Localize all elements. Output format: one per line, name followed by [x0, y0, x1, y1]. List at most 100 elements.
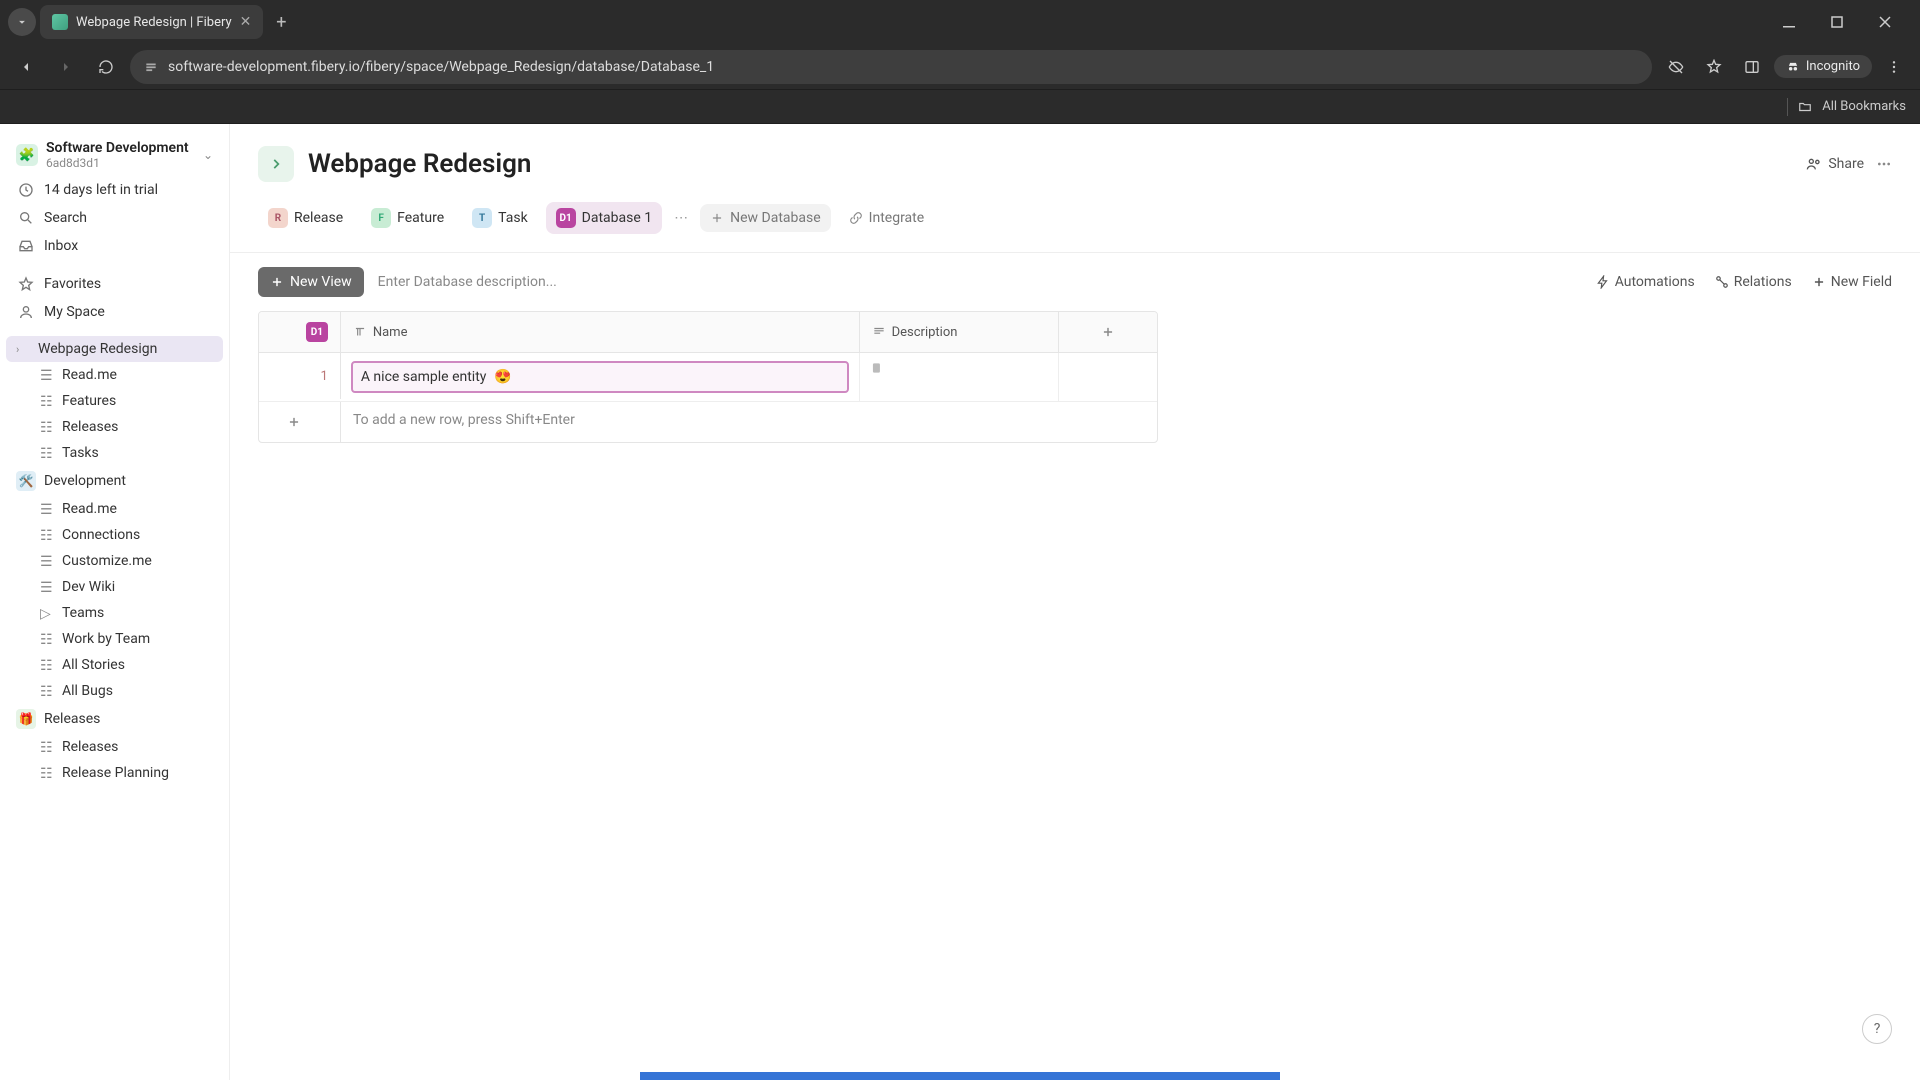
nav-reload-button[interactable] — [90, 51, 122, 83]
workspace-icon: 🧩 — [16, 144, 38, 166]
sidebar: 🧩 Software Development 6ad8d3d1 ⌄ 14 day… — [0, 124, 230, 1080]
add-row-button[interactable] — [259, 402, 341, 442]
grid-icon: ☷ — [40, 394, 54, 408]
paragraph-icon — [872, 325, 886, 339]
space-icon: 🛠️ — [16, 471, 36, 491]
page-header: Webpage Redesign Share — [230, 124, 1920, 192]
browser-menu-button[interactable] — [1878, 51, 1910, 83]
incognito-chip[interactable]: Incognito — [1774, 55, 1872, 78]
sidebar-item-releases[interactable]: ☷Releases — [6, 414, 223, 440]
add-column-button[interactable] — [1059, 312, 1157, 352]
workspace-switcher[interactable]: 🧩 Software Development 6ad8d3d1 ⌄ — [6, 134, 223, 176]
nav-forward-button[interactable] — [50, 51, 82, 83]
nav-back-button[interactable] — [10, 51, 42, 83]
sidebar-item-all-stories[interactable]: ☷All Stories — [6, 652, 223, 678]
sidebar-item-dev-readme[interactable]: ☰Read.me — [6, 496, 223, 522]
tab-more-button[interactable]: ⋯ — [670, 210, 692, 226]
plus-icon — [1812, 275, 1826, 289]
url-text: software-development.fibery.io/fibery/sp… — [168, 59, 714, 75]
tabs-dropdown-button[interactable] — [8, 8, 36, 36]
bookmarks-bar: All Bookmarks — [0, 90, 1920, 124]
sidebar-space-webpage-redesign[interactable]: › Webpage Redesign — [6, 336, 223, 362]
trial-notice[interactable]: 14 days left in trial — [6, 176, 223, 204]
window-close-button[interactable] — [1870, 7, 1900, 37]
table-row[interactable]: 1 A nice sample entity 😍 — [259, 353, 1157, 402]
side-panel-icon[interactable] — [1736, 51, 1768, 83]
row-number: 1 — [259, 353, 341, 399]
sidebar-search[interactable]: Search — [6, 204, 223, 232]
sidebar-item-readme[interactable]: ☰Read.me — [6, 362, 223, 388]
new-row[interactable]: To add a new row, press Shift+Enter — [259, 402, 1157, 442]
sidebar-item-all-bugs[interactable]: ☷All Bugs — [6, 678, 223, 704]
tab-database-1[interactable]: D1Database 1 — [546, 202, 662, 234]
sidebar-item-tasks[interactable]: ☷Tasks — [6, 440, 223, 466]
sidebar-inbox[interactable]: Inbox — [6, 232, 223, 260]
tab-release[interactable]: RRelease — [258, 202, 353, 234]
chevron-right-icon: ▷ — [40, 606, 54, 620]
tab-task[interactable]: TTask — [462, 202, 538, 234]
database-description-input[interactable]: Enter Database description... — [378, 274, 1582, 290]
cell-name[interactable]: A nice sample entity 😍 — [341, 353, 860, 401]
sidebar-item-releases2[interactable]: ☷Releases — [6, 734, 223, 760]
eye-off-icon[interactable] — [1660, 51, 1692, 83]
toolbar-right-icons: Incognito — [1660, 51, 1910, 83]
sidebar-item-connections[interactable]: ☷Connections — [6, 522, 223, 548]
sidebar-space-releases[interactable]: 🎁 Releases — [6, 704, 223, 734]
column-header-name[interactable]: Name — [341, 312, 860, 352]
window-minimize-button[interactable] — [1774, 7, 1804, 37]
new-field-button[interactable]: New Field — [1812, 274, 1892, 290]
sidebar-item-teams[interactable]: ▷Teams — [6, 600, 223, 626]
chevron-down-icon: ⌄ — [203, 148, 213, 162]
grid-icon: ☷ — [40, 658, 54, 672]
new-view-button[interactable]: New View — [258, 267, 364, 297]
database-tabs: RRelease FFeature TTask D1Database 1 ⋯ N… — [230, 192, 1920, 253]
collapse-sidebar-button[interactable] — [258, 146, 294, 182]
bottom-banner — [640, 1072, 1280, 1080]
main-content: Webpage Redesign Share RRelease FFeature… — [230, 124, 1920, 1080]
new-tab-button[interactable]: + — [267, 8, 295, 36]
cell-description[interactable] — [860, 353, 1060, 401]
grid-icon: ☷ — [40, 420, 54, 434]
grid-icon: ☷ — [40, 766, 54, 780]
relations-button[interactable]: Relations — [1715, 274, 1792, 290]
sidebar-space-development[interactable]: 🛠️ Development — [6, 466, 223, 496]
sidebar-item-work-by-team[interactable]: ☷Work by Team — [6, 626, 223, 652]
more-horizontal-icon — [1876, 156, 1892, 172]
bolt-icon — [1596, 275, 1610, 289]
grid-icon: ☷ — [40, 740, 54, 754]
search-icon — [18, 210, 34, 226]
window-maximize-button[interactable] — [1822, 7, 1852, 37]
bookmark-star-icon[interactable] — [1698, 51, 1730, 83]
sidebar-my-space[interactable]: My Space — [6, 298, 223, 326]
sidebar-item-release-planning[interactable]: ☷Release Planning — [6, 760, 223, 786]
column-header-description[interactable]: Description — [860, 312, 1060, 352]
sidebar-item-features[interactable]: ☷Features — [6, 388, 223, 414]
clock-icon — [18, 182, 34, 198]
sidebar-item-dev-wiki[interactable]: ☰Dev Wiki — [6, 574, 223, 600]
all-bookmarks-button[interactable]: All Bookmarks — [1822, 99, 1906, 114]
help-button[interactable]: ? — [1862, 1014, 1892, 1044]
tab-close-button[interactable]: ✕ — [240, 14, 252, 30]
integrate-button[interactable]: Integrate — [839, 204, 935, 232]
browser-tab[interactable]: Webpage Redesign | Fibery ✕ — [40, 5, 263, 39]
new-database-button[interactable]: New Database — [700, 204, 831, 232]
data-grid: D1 Name Description 1 — [258, 311, 1158, 443]
chevron-right-icon: › — [16, 343, 30, 356]
share-button[interactable]: Share — [1806, 156, 1864, 172]
url-field[interactable]: software-development.fibery.io/fibery/sp… — [130, 50, 1652, 84]
sidebar-item-customize[interactable]: ☰Customize.me — [6, 548, 223, 574]
plus-icon — [1101, 325, 1115, 339]
browser-chrome: Webpage Redesign | Fibery ✕ + software-d… — [0, 0, 1920, 124]
text-icon — [353, 325, 367, 339]
window-controls — [1774, 7, 1912, 37]
person-icon — [18, 304, 34, 320]
emoji-icon: 😍 — [494, 369, 511, 385]
sidebar-favorites[interactable]: Favorites — [6, 270, 223, 298]
app: 🧩 Software Development 6ad8d3d1 ⌄ 14 day… — [0, 124, 1920, 1080]
page-menu-button[interactable] — [1876, 156, 1892, 172]
page-title: Webpage Redesign — [308, 149, 531, 179]
automations-button[interactable]: Automations — [1596, 274, 1695, 290]
new-row-hint: To add a new row, press Shift+Enter — [341, 402, 587, 442]
tab-feature[interactable]: FFeature — [361, 202, 454, 234]
plus-icon — [287, 415, 301, 429]
